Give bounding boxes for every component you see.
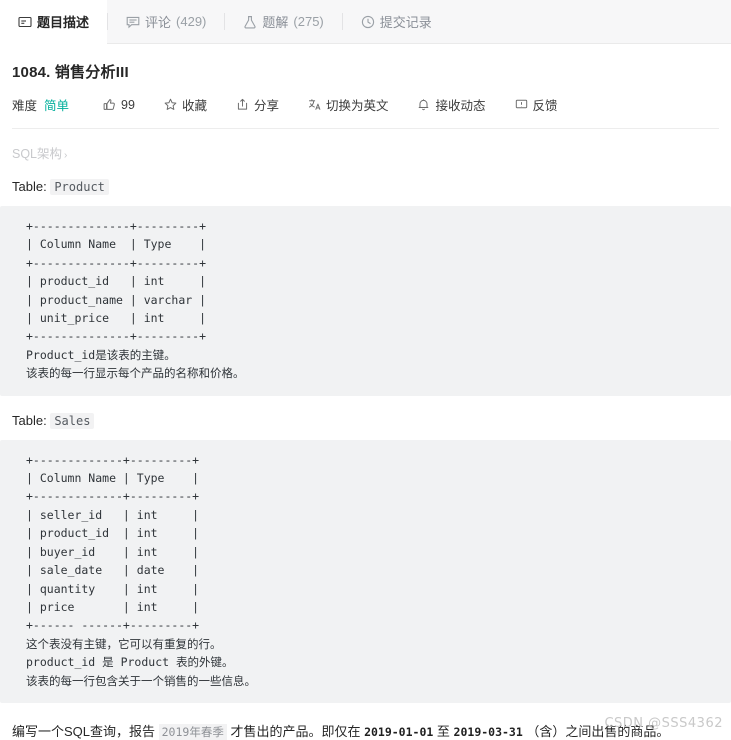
sql-schema-label: SQL架构: [12, 147, 63, 161]
code-block-sales: +-------------+---------+ | Column Name …: [0, 439, 731, 703]
like-count: 99: [121, 97, 135, 112]
table-name: Sales: [50, 412, 95, 429]
chevron-right-icon: ›: [64, 150, 68, 161]
tab-label: 提交记录: [379, 15, 432, 30]
action-label: 接收动态: [435, 99, 486, 113]
page-title: 1084. 销售分析III: [12, 64, 129, 81]
table-label-sales: Table: Sales: [12, 412, 719, 429]
desc-highlight-season: 2019年春季: [158, 723, 227, 740]
action-label: 分享: [253, 99, 279, 113]
difficulty-badge: 简单: [44, 99, 70, 113]
like-button[interactable]: 99: [103, 98, 135, 112]
feedback-icon: [515, 98, 528, 111]
action-label: 收藏: [181, 99, 207, 113]
switch-language-button[interactable]: 切换为英文: [308, 95, 389, 114]
comment-icon: [126, 15, 140, 29]
feedback-button[interactable]: 反馈: [515, 95, 558, 114]
share-icon: [236, 98, 249, 111]
star-icon: [164, 98, 177, 111]
tab-label: 题目描述: [37, 15, 90, 30]
favorite-button[interactable]: 收藏: [164, 95, 207, 114]
code-block-product: +--------------+---------+ | Column Name…: [0, 206, 731, 396]
desc-date-end: 2019-03-31: [453, 724, 523, 739]
article-icon: [18, 15, 32, 29]
tab-bar: 题目描述 评论 (429) 题解 (275) 提交记录: [0, 0, 731, 44]
share-button[interactable]: 分享: [236, 95, 279, 114]
action-label: 反馈: [532, 99, 558, 113]
problem-content: 1084. 销售分析III 难度 简单 99 收藏 分享 切换为英文 接收动态 …: [0, 61, 731, 740]
translate-icon: [308, 98, 321, 111]
table-label-product: Table: Product: [12, 179, 719, 195]
table-prefix: Table:: [12, 179, 47, 194]
tab-description[interactable]: 题目描述: [0, 0, 108, 44]
tab-comments[interactable]: 评论 (429): [108, 0, 224, 43]
meta-divider: [12, 128, 719, 129]
tab-label: 评论: [145, 15, 172, 30]
desc-text-c: 至: [433, 723, 454, 739]
page-root: 题目描述 评论 (429) 题解 (275) 提交记录 1084. 销售分析II…: [0, 0, 731, 740]
tab-label: 题解: [262, 15, 289, 30]
watermark: CSDN @SSS4362: [604, 716, 723, 731]
difficulty-label: 难度: [12, 99, 38, 113]
desc-text-b: 才售出的产品。即仅在: [226, 723, 365, 739]
bell-icon: [417, 98, 430, 111]
table-name: Product: [50, 179, 109, 195]
thumbs-up-icon: [103, 98, 116, 111]
desc-date-start: 2019-01-01: [364, 724, 434, 739]
table-prefix: Table:: [12, 412, 47, 428]
tab-count: (275): [293, 14, 324, 29]
clock-icon: [361, 15, 375, 29]
flask-icon: [243, 15, 257, 29]
desc-text-a: 编写一个SQL查询，报告: [12, 723, 159, 739]
sql-schema-toggle[interactable]: SQL架构 ›: [12, 143, 719, 162]
problem-meta-row: 难度 简单 99 收藏 分享 切换为英文 接收动态 反馈: [12, 95, 719, 114]
action-label: 切换为英文: [325, 99, 389, 113]
tab-submissions[interactable]: 提交记录: [343, 0, 450, 43]
tab-solutions[interactable]: 题解 (275): [225, 0, 341, 43]
subscribe-button[interactable]: 接收动态: [417, 95, 486, 114]
tab-count: (429): [176, 14, 207, 29]
